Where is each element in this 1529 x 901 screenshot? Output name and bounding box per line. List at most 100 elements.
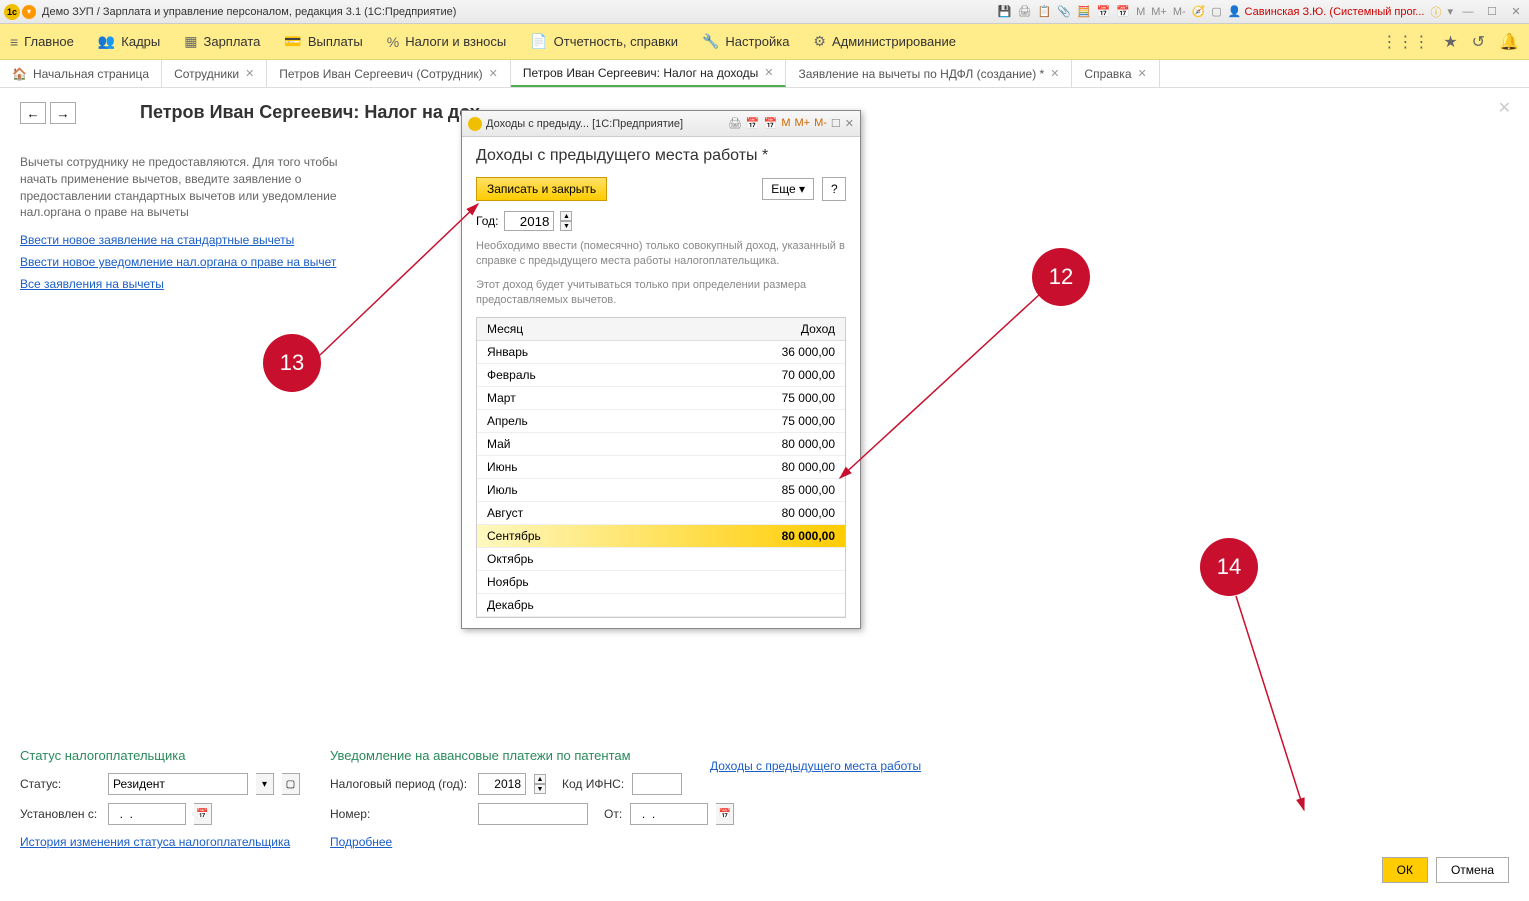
menu-reports[interactable]: 📄Отчетность, справки <box>530 33 678 50</box>
menu-taxes[interactable]: %Налоги и взносы <box>387 34 507 50</box>
calendar-icon[interactable]: 📅 <box>1097 5 1111 18</box>
table-row[interactable]: Январь36 000,00 <box>477 341 845 364</box>
calendar2-icon[interactable]: 📅 <box>1116 5 1130 18</box>
table-row[interactable]: Ноябрь <box>477 571 845 594</box>
table-row[interactable]: Декабрь <box>477 594 845 617</box>
status-dropdown-button[interactable]: ▾ <box>256 773 274 795</box>
mminus-label[interactable]: M- <box>1173 6 1186 18</box>
form-close-icon[interactable]: ✕ <box>1498 98 1511 118</box>
mplus-label[interactable]: M+ <box>1151 6 1167 18</box>
dialog-mminus-icon[interactable]: M- <box>814 117 827 130</box>
date-picker-button[interactable]: 📅 <box>194 803 212 825</box>
set-from-input[interactable] <box>108 803 186 825</box>
bell-icon[interactable]: 🔔 <box>1499 32 1519 52</box>
close-icon[interactable]: ✕ <box>1138 67 1147 80</box>
tax-period-input[interactable] <box>478 773 526 795</box>
apps-icon[interactable]: ⋮⋮⋮ <box>1381 32 1429 52</box>
col-header-income[interactable]: Доход <box>725 318 845 340</box>
close-icon[interactable]: ✕ <box>489 67 498 80</box>
dialog-cal-icon[interactable]: 📅 <box>746 117 760 130</box>
info-icon[interactable]: ⓘ <box>1430 4 1441 20</box>
from-date-input[interactable] <box>630 803 708 825</box>
number-input[interactable] <box>478 803 588 825</box>
year-spin-up[interactable]: ▲ <box>560 211 572 221</box>
dialog-print-icon[interactable]: 🖨 <box>728 117 742 130</box>
table-row[interactable]: Июль85 000,00 <box>477 479 845 502</box>
tab-income-tax[interactable]: Петров Иван Сергеевич: Налог на доходы✕ <box>511 60 787 87</box>
doc-icon[interactable]: 📋 <box>1038 5 1052 18</box>
income-cell[interactable] <box>725 548 845 570</box>
close-button[interactable]: ✕ <box>1507 4 1525 20</box>
tab-home[interactable]: 🏠Начальная страница <box>0 60 162 87</box>
income-cell[interactable]: 85 000,00 <box>725 479 845 501</box>
dialog-close-icon[interactable]: ✕ <box>845 117 854 130</box>
close-icon[interactable]: ✕ <box>764 66 773 79</box>
close-icon[interactable]: ✕ <box>1050 67 1059 80</box>
dialog-mplus-icon[interactable]: M+ <box>794 117 810 130</box>
table-row[interactable]: Апрель75 000,00 <box>477 410 845 433</box>
income-cell[interactable] <box>725 594 845 616</box>
income-cell[interactable]: 80 000,00 <box>725 433 845 455</box>
dialog-cal2-icon[interactable]: 📅 <box>764 117 778 130</box>
dialog-max-icon[interactable]: ☐ <box>831 117 841 130</box>
income-cell[interactable]: 70 000,00 <box>725 364 845 386</box>
income-cell[interactable]: 80 000,00 <box>725 525 845 547</box>
help-button[interactable]: ? <box>822 177 846 201</box>
from-date-picker-button[interactable]: 📅 <box>716 803 734 825</box>
table-row[interactable]: Февраль70 000,00 <box>477 364 845 387</box>
user-menu[interactable]: 👤 Савинская З.Ю. (Системный прог... <box>1228 5 1425 18</box>
cancel-button[interactable]: Отмена <box>1436 857 1509 883</box>
income-cell[interactable]: 36 000,00 <box>725 341 845 363</box>
minimize-button[interactable]: — <box>1459 4 1477 20</box>
history-icon[interactable]: ↺ <box>1472 32 1485 52</box>
link-status-history[interactable]: История изменения статуса налогоплательщ… <box>20 835 290 849</box>
table-row[interactable]: Март75 000,00 <box>477 387 845 410</box>
status-open-button[interactable]: ▢ <box>282 773 300 795</box>
ifns-input[interactable] <box>632 773 682 795</box>
menu-main[interactable]: ≡Главное <box>10 34 74 50</box>
income-cell[interactable]: 75 000,00 <box>725 410 845 432</box>
calc-icon[interactable]: 🧮 <box>1077 5 1091 18</box>
dialog-m-icon[interactable]: M <box>781 117 790 130</box>
status-input[interactable] <box>108 773 248 795</box>
year-spin-down[interactable]: ▼ <box>560 221 572 231</box>
income-cell[interactable]: 80 000,00 <box>725 456 845 478</box>
star-icon[interactable]: ★ <box>1443 32 1457 52</box>
table-row[interactable]: Октябрь <box>477 548 845 571</box>
income-cell[interactable]: 80 000,00 <box>725 502 845 524</box>
year-down-button[interactable]: ▼ <box>534 784 546 794</box>
maximize-button[interactable]: ☐ <box>1483 4 1501 20</box>
income-cell[interactable]: 75 000,00 <box>725 387 845 409</box>
save-and-close-button[interactable]: Записать и закрыть <box>476 177 607 201</box>
more-button[interactable]: Еще ▾ <box>762 178 814 200</box>
save-icon[interactable]: 💾 <box>998 5 1012 18</box>
link-previous-income[interactable]: Доходы с предыдущего места работы <box>710 759 921 773</box>
back-button[interactable]: ← <box>20 102 46 124</box>
link-details[interactable]: Подробнее <box>330 835 392 849</box>
dropdown-icon[interactable]: ▾ <box>22 5 36 19</box>
income-cell[interactable] <box>725 571 845 593</box>
table-row[interactable]: Сентябрь80 000,00 <box>477 525 845 548</box>
menu-admin[interactable]: ⚙Администрирование <box>813 33 956 50</box>
tab-help[interactable]: Справка✕ <box>1072 60 1159 87</box>
table-row[interactable]: Май80 000,00 <box>477 433 845 456</box>
attach-icon[interactable]: 📎 <box>1057 5 1071 18</box>
box-icon[interactable]: ▢ <box>1211 5 1221 18</box>
close-icon[interactable]: ✕ <box>245 67 254 80</box>
print-icon[interactable]: 🖨 <box>1018 5 1032 18</box>
forward-button[interactable]: → <box>50 102 76 124</box>
table-row[interactable]: Июнь80 000,00 <box>477 456 845 479</box>
m-label[interactable]: M <box>1136 6 1145 18</box>
tab-employee-card[interactable]: Петров Иван Сергеевич (Сотрудник)✕ <box>267 60 511 87</box>
menu-hr[interactable]: 👥Кадры <box>98 33 160 50</box>
menu-payments[interactable]: 💳Выплаты <box>284 33 362 50</box>
year-up-button[interactable]: ▲ <box>534 774 546 784</box>
menu-settings[interactable]: 🔧Настройка <box>702 33 789 50</box>
tab-deduction-request[interactable]: Заявление на вычеты по НДФЛ (создание) *… <box>786 60 1072 87</box>
col-header-month[interactable]: Месяц <box>477 318 725 340</box>
ok-button[interactable]: ОК <box>1382 857 1428 883</box>
year-input[interactable] <box>504 211 554 231</box>
tab-employees[interactable]: Сотрудники✕ <box>162 60 267 87</box>
menu-salary[interactable]: ▦Зарплата <box>184 33 260 50</box>
table-row[interactable]: Август80 000,00 <box>477 502 845 525</box>
